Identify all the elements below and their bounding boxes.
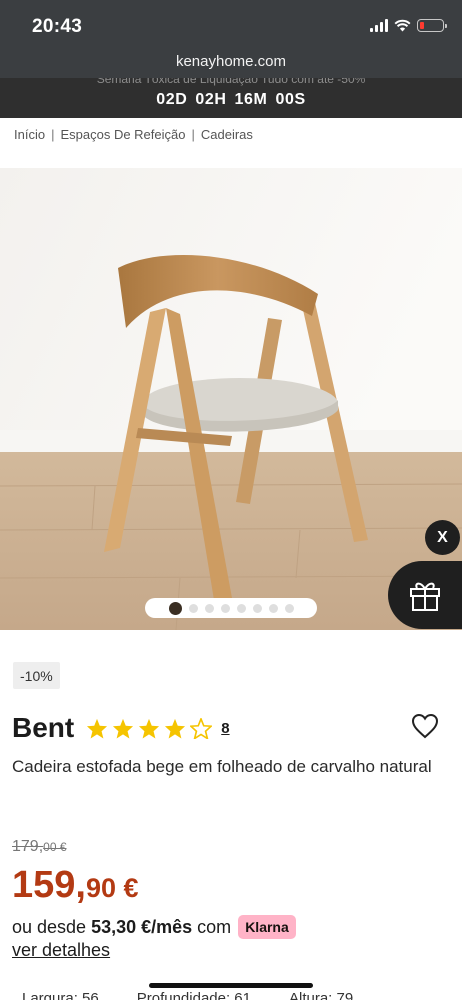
breadcrumb: Início | Espaços De Refeição | Cadeiras	[14, 127, 253, 142]
breadcrumb-chairs[interactable]: Cadeiras	[201, 127, 253, 142]
promo-text: Semana Tóxica de Liquidação Tudo com até…	[96, 78, 366, 86]
address-bar[interactable]: kenayhome.com	[0, 53, 462, 70]
star-filled-icon	[113, 718, 134, 739]
gallery-dot[interactable]	[220, 603, 230, 613]
countdown-seconds: 00S	[275, 91, 306, 108]
heart-icon	[411, 713, 439, 739]
gallery-dot[interactable]	[188, 603, 198, 613]
countdown-minutes: 16M	[234, 91, 268, 108]
dimension-width: Largura: 56	[22, 990, 99, 1000]
breadcrumb-separator: |	[191, 127, 195, 142]
browser-chrome: 20:43 kenayhome.com	[0, 0, 462, 78]
battery-icon	[417, 19, 447, 32]
financing-amount: 53,30 €/mês	[91, 916, 193, 937]
original-price-int: 179,	[12, 838, 44, 855]
chair-photo	[0, 168, 462, 630]
countdown-days: 02D	[156, 91, 188, 108]
financing-info: ou desde 53,30 €/mês com Klarna	[12, 915, 296, 939]
signal-icon	[370, 19, 388, 32]
gallery-dot[interactable]	[252, 603, 262, 613]
gallery-dot[interactable]	[168, 601, 182, 615]
gift-button[interactable]	[388, 561, 462, 629]
product-image[interactable]	[0, 168, 462, 630]
price-cents: 90 €	[85, 873, 139, 903]
financing-prefix: ou desde	[12, 916, 87, 937]
breadcrumb-separator: |	[51, 127, 55, 142]
product-description: Cadeira estofada bege em folheado de car…	[12, 757, 432, 776]
dimensions-row: Largura: 56 Profundidade: 61 Altura: 79	[22, 990, 462, 1000]
gallery-dot[interactable]	[284, 603, 294, 613]
star-filled-icon	[87, 718, 108, 739]
countdown-banner[interactable]: Semana Tóxica de Liquidação Tudo com até…	[0, 78, 462, 118]
gallery-dot[interactable]	[204, 603, 214, 613]
star-filled-icon	[165, 718, 186, 739]
status-icons	[370, 19, 447, 32]
current-price: 159,90 €	[12, 864, 139, 907]
price-int: 159,	[12, 864, 86, 906]
countdown-hours: 02H	[195, 91, 227, 108]
star-filled-icon	[139, 718, 160, 739]
original-price-cents: 00 €	[43, 840, 67, 854]
breadcrumb-home[interactable]: Início	[14, 127, 45, 142]
countdown-timer: 02D 02H 16M 00S	[0, 91, 462, 109]
dimension-height: Altura: 79	[289, 990, 354, 1000]
gallery-dot[interactable]	[236, 603, 246, 613]
discount-badge: -10%	[13, 662, 60, 689]
breadcrumb-dining[interactable]: Espaços De Refeição	[60, 127, 185, 142]
status-time: 20:43	[32, 16, 83, 37]
wifi-icon	[394, 19, 411, 32]
gallery-pagination	[145, 598, 317, 618]
gallery-dot[interactable]	[268, 603, 278, 613]
see-details-link[interactable]: ver detalhes	[12, 940, 110, 961]
close-popup-button[interactable]: X	[425, 520, 460, 555]
product-title-row: Bent 8	[12, 712, 230, 744]
home-indicator[interactable]	[149, 983, 313, 988]
original-price: 179,00 €	[12, 838, 67, 856]
rating-stars[interactable]	[86, 717, 213, 739]
financing-suffix: com	[197, 916, 232, 937]
klarna-badge[interactable]: Klarna	[238, 915, 296, 939]
product-title: Bent	[12, 712, 75, 743]
review-count-link[interactable]: 8	[221, 720, 229, 737]
gift-icon	[410, 582, 440, 611]
wishlist-button[interactable]	[411, 713, 439, 744]
dimension-depth: Profundidade: 61	[136, 990, 251, 1000]
star-empty-icon	[190, 717, 213, 739]
